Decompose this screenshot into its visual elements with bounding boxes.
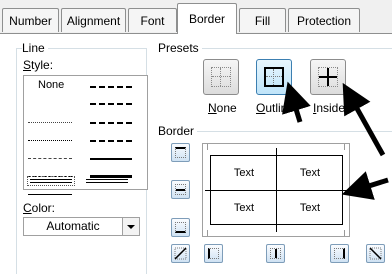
tab-alignment[interactable]: Alignment bbox=[61, 8, 126, 32]
preset-inside-button[interactable] bbox=[310, 59, 346, 95]
border-top-button[interactable] bbox=[171, 143, 190, 162]
style-dotted[interactable] bbox=[28, 140, 72, 141]
style-medium-dash-dot-dot[interactable] bbox=[90, 86, 132, 88]
preset-inside-icon bbox=[318, 67, 338, 87]
color-select[interactable]: Automatic bbox=[23, 217, 140, 236]
border-right-icon bbox=[334, 248, 345, 259]
color-label-rest: olor: bbox=[31, 201, 56, 215]
tab-number[interactable]: Number bbox=[2, 8, 59, 32]
preset-outline-icon bbox=[264, 67, 284, 87]
border-middle-horizontal-button[interactable] bbox=[171, 180, 190, 199]
style-thick[interactable] bbox=[90, 175, 132, 178]
style-double-right[interactable] bbox=[86, 179, 128, 183]
style-hair-dotted[interactable] bbox=[28, 122, 72, 123]
style-medium-dashed[interactable] bbox=[90, 140, 132, 142]
style-list[interactable]: None bbox=[23, 75, 148, 195]
preset-outline-button[interactable] bbox=[256, 59, 292, 95]
style-none-label[interactable]: None bbox=[38, 79, 64, 91]
chevron-down-icon[interactable] bbox=[122, 218, 139, 235]
border-top-icon bbox=[175, 147, 186, 158]
line-group-label: Line bbox=[22, 41, 48, 55]
border-group-label: Border bbox=[158, 124, 198, 138]
border-preview[interactable]: Text Text Text Text bbox=[202, 143, 350, 237]
tab-protection[interactable]: Protection bbox=[288, 8, 360, 32]
tab-fill[interactable]: Fill bbox=[239, 8, 286, 32]
style-slant-dash-dot[interactable] bbox=[90, 103, 132, 105]
style-label-rest: tyle: bbox=[31, 58, 54, 72]
style-medium[interactable] bbox=[90, 158, 132, 160]
border-left-button[interactable] bbox=[204, 244, 223, 263]
border-left-icon bbox=[208, 248, 219, 259]
border-bottom-button[interactable] bbox=[171, 218, 190, 237]
preview-cell: Text bbox=[233, 202, 255, 214]
tab-font[interactable]: Font bbox=[128, 8, 177, 32]
presets-group-label: Presets bbox=[158, 41, 202, 55]
border-bottom-icon bbox=[175, 222, 186, 233]
presets-group-top bbox=[201, 48, 392, 49]
tab-bar: Number Alignment Font Border Fill Protec… bbox=[0, 0, 392, 34]
border-middle-vertical-icon bbox=[270, 248, 281, 259]
color-label: Color: bbox=[23, 201, 56, 215]
border-diagonal-up-button[interactable] bbox=[171, 244, 190, 263]
diagonal-up-icon bbox=[174, 247, 187, 260]
preset-inside-label: Inside bbox=[313, 101, 346, 115]
preset-none-button[interactable] bbox=[203, 59, 239, 95]
color-select-value: Automatic bbox=[46, 219, 100, 233]
line-group-left bbox=[16, 48, 17, 274]
tab-border[interactable]: Border bbox=[177, 3, 237, 34]
style-dash-dot-dot[interactable] bbox=[28, 158, 72, 159]
preset-none-icon bbox=[211, 67, 231, 87]
border-group-top bbox=[194, 131, 392, 132]
preview-cell: Text bbox=[299, 167, 321, 179]
border-diagonal-down-button[interactable] bbox=[366, 244, 385, 263]
preset-none-label: None bbox=[208, 101, 237, 115]
style-label: Style: bbox=[23, 58, 54, 72]
preview-cell: Text bbox=[299, 202, 321, 214]
border-middle-horizontal-icon bbox=[175, 184, 186, 195]
preview-cell: Text bbox=[233, 167, 255, 179]
style-thin[interactable] bbox=[28, 194, 72, 195]
diagonal-down-icon bbox=[369, 247, 382, 260]
border-right-button[interactable] bbox=[330, 244, 349, 263]
border-middle-vertical-button[interactable] bbox=[266, 244, 285, 263]
style-double[interactable] bbox=[30, 179, 72, 183]
preset-outline-label: Outline bbox=[256, 101, 295, 115]
style-medium-dash-dot[interactable] bbox=[90, 122, 132, 124]
